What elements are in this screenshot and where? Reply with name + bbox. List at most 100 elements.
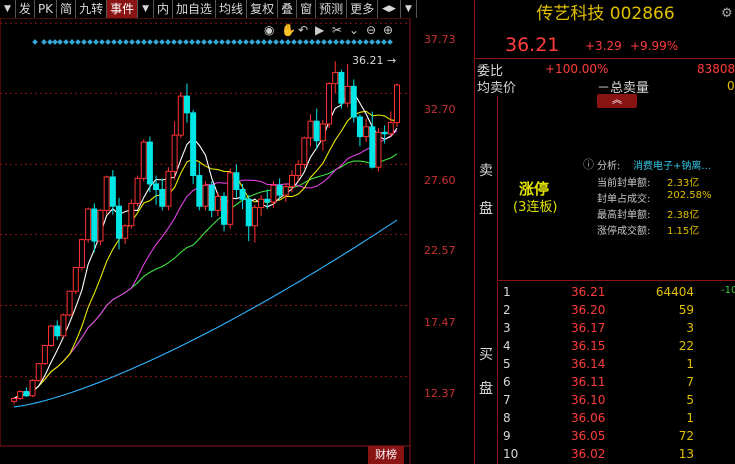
buy-side: 买 盘 [475, 282, 498, 464]
event-marker [375, 39, 381, 45]
eye-icon[interactable]: ◉ [264, 23, 274, 37]
toolbar-item[interactable]: 叠 [278, 0, 298, 18]
toolbar-item[interactable]: 窗 [297, 0, 317, 18]
candle-body [159, 188, 166, 207]
bid-volume: 59 [678, 303, 694, 317]
candle-body [41, 345, 48, 365]
candle-body [60, 314, 67, 337]
scissors-icon[interactable]: ✂ [332, 23, 342, 37]
candle-body [146, 141, 153, 185]
toolbar-item[interactable]: PK [35, 0, 58, 18]
ana-row-label: 涨停成交额: [597, 226, 651, 237]
play-icon[interactable]: ▶ [315, 23, 325, 37]
candle-body [288, 175, 295, 188]
candle-body [97, 209, 104, 242]
candle-body [208, 184, 215, 211]
bid-level: 3 [503, 321, 511, 335]
toolbar-item[interactable]: 九转 [76, 0, 108, 18]
event-marker [41, 39, 47, 45]
event-marker [207, 39, 213, 45]
event-marker [32, 39, 38, 45]
toolbar-item[interactable]: 简 [57, 0, 77, 18]
toolbar-item[interactable]: ▼ [138, 0, 155, 18]
candle-body [122, 225, 129, 239]
kline-chart[interactable]: 36.21 → ◉ ✋ ↶ ▶ ✂ ⌄ ⊖ ⊕ [0, 18, 474, 464]
candle-body [227, 172, 234, 225]
candle-body [72, 267, 79, 292]
gear-icon[interactable]: ⚙ [721, 6, 733, 21]
zoom-in-icon[interactable]: ⊕ [383, 23, 393, 37]
bid-price: 36.06 [571, 411, 606, 425]
event-marker [291, 39, 297, 45]
quote-panel: 传艺科技 002866 ⚙ 36.21 +3.29 +9.99% 委比 +100… [474, 0, 735, 464]
bid-volume: 1 [686, 357, 694, 371]
toolbar-item[interactable]: 发 [16, 0, 35, 18]
candle-body [338, 71, 345, 104]
event-marker [249, 39, 255, 45]
event-marker [159, 39, 165, 45]
ana-row-label: 封单占成交: [597, 194, 651, 205]
chevron-icon[interactable]: ⌄ [349, 23, 359, 37]
toolbar-item[interactable]: 事件 [107, 0, 139, 18]
candle-body [295, 163, 302, 177]
candle-body [91, 208, 98, 242]
toolbar-item[interactable]: 更多 [347, 0, 379, 18]
candle-body [270, 184, 277, 203]
bid-level: 6 [503, 375, 511, 389]
bid-row: 8 36.06 1 [501, 409, 735, 427]
sell-side: 卖 盘 [475, 96, 498, 280]
bid-price: 36.17 [571, 321, 606, 335]
toolbar-item[interactable]: 内 [154, 0, 174, 18]
info-icon[interactable]: ⓘ [583, 156, 594, 172]
analysis-label: 分析: [597, 161, 621, 172]
bid-volume: 7 [686, 375, 694, 389]
bid-level: 4 [503, 339, 511, 353]
stock-title: 传艺科技 002866 [536, 4, 675, 24]
event-marker [279, 39, 285, 45]
toolbar-item[interactable]: ▼ [401, 0, 417, 18]
candle-body [103, 176, 110, 211]
candle-body [196, 175, 203, 207]
candle-body [313, 120, 320, 142]
undo-icon[interactable]: ↶ [298, 23, 308, 37]
financial-rank-tag[interactable]: 财榜 [368, 446, 404, 464]
zoom-out-icon[interactable]: ⊖ [366, 23, 376, 37]
candle-body [140, 141, 147, 179]
event-marker [321, 39, 327, 45]
toolbar-item[interactable]: ◀▶ [378, 0, 401, 18]
bid-price: 36.15 [571, 339, 606, 353]
event-marker [213, 39, 219, 45]
chart-toolbar: ▼ 发 PK 简九转 事件 ▼ 内加自选 均线 复权叠窗预测 更多 ◀▶ ▼ [0, 0, 417, 18]
total-sell-value: 0 [727, 79, 735, 93]
event-marker [201, 39, 207, 45]
candle-body [202, 184, 209, 207]
bid-price: 36.05 [571, 429, 606, 443]
candle-body [233, 172, 240, 190]
candle-body [48, 325, 55, 347]
event-marker [111, 39, 117, 45]
toolbar-item[interactable]: ▼ [0, 0, 16, 18]
bid-price: 36.14 [571, 357, 606, 371]
avg-sell-price-label: 均卖价 [477, 81, 517, 96]
candle-body [78, 239, 85, 269]
candle-body [177, 95, 184, 136]
hand-icon[interactable]: ✋ [281, 23, 296, 37]
candle-body [251, 207, 258, 227]
toolbar-item[interactable]: 复权 [247, 0, 279, 18]
candle-body [375, 131, 382, 168]
event-marker [105, 39, 111, 45]
toolbar-item[interactable]: 预测 [316, 0, 348, 18]
candle-body [258, 198, 265, 209]
weibi-amount: 83808 [697, 62, 735, 76]
candle-body [363, 126, 370, 138]
event-marker [387, 39, 393, 45]
event-marker [93, 39, 99, 45]
candle-body [381, 131, 388, 135]
bid-level: 1 [503, 285, 511, 299]
ana-row-value: 202.58% [667, 190, 712, 201]
y-tick-label: 12.37 [424, 386, 456, 400]
event-marker [177, 39, 183, 45]
toolbar-item[interactable]: 均线 [216, 0, 248, 18]
analysis-link[interactable]: 消费电子+钠离... [633, 157, 711, 172]
toolbar-item[interactable]: 加自选 [173, 0, 217, 18]
